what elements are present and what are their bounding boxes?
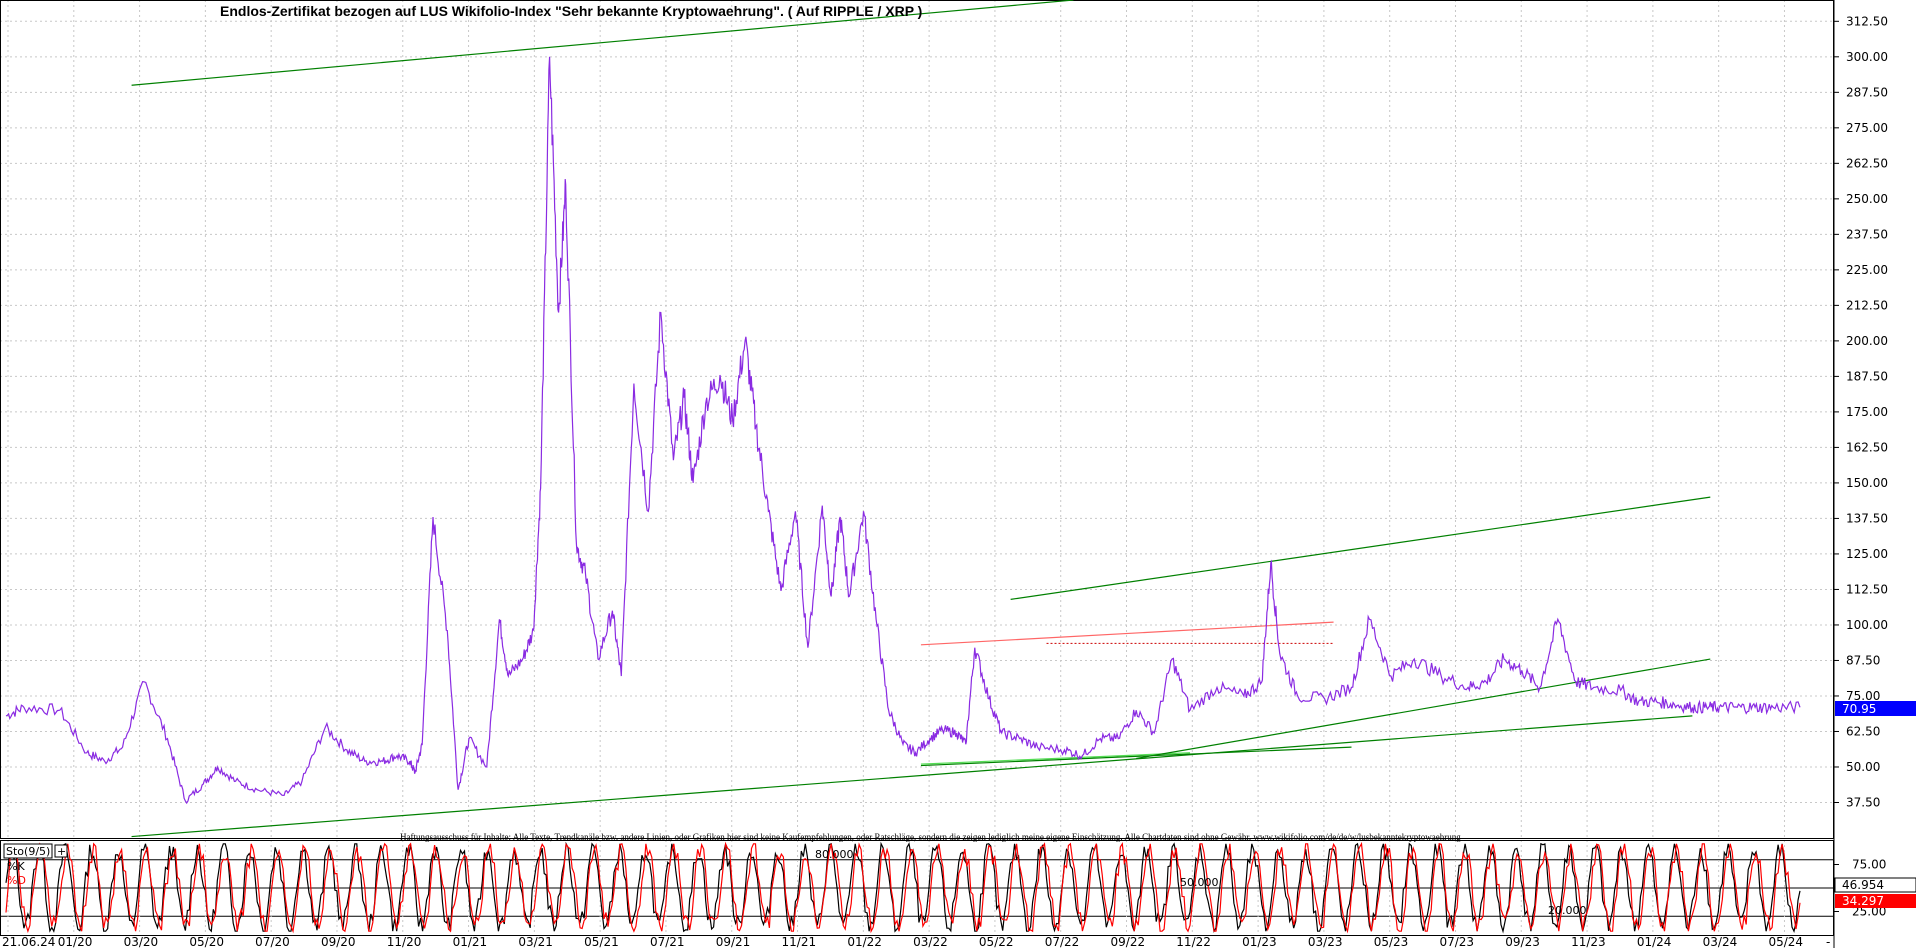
chart-canvas: 37.50 50.00 62.50 75.00 87.50 100.00 112.50 125… [0, 0, 1916, 948]
x-tick-label: 09/23 [1505, 935, 1540, 948]
price-tick-label: 275.00 [1846, 121, 1888, 135]
price-tick-label: 112.50 [1846, 582, 1888, 596]
k-legend: %K [7, 860, 25, 873]
x-tick-label: 03/22 [913, 935, 948, 948]
last-price-label: 70.95 [1842, 702, 1876, 716]
price-tick-label: 50.00 [1846, 760, 1880, 774]
price-tick-label: 150.00 [1846, 476, 1888, 490]
price-tick-label: 200.00 [1846, 334, 1888, 348]
price-tick-label: 75.00 [1846, 689, 1880, 703]
price-tick-label: 87.50 [1846, 653, 1880, 667]
chart-root: 37.50 50.00 62.50 75.00 87.50 100.00 112.50 125… [0, 0, 1916, 948]
x-tick-label: 03/20 [124, 935, 159, 948]
x-tick-label: 11/21 [782, 935, 817, 948]
price-tick-label: 187.50 [1846, 369, 1888, 383]
price-tick-label: 250.00 [1846, 192, 1888, 206]
x-tick-label: 01/22 [847, 935, 882, 948]
x-tick-label: 07/21 [650, 935, 685, 948]
x-tick-label: 03/23 [1308, 935, 1343, 948]
x-tick-label: 09/22 [1111, 935, 1146, 948]
x-tick-label: 21.06.24 [2, 935, 55, 948]
price-tick-label: 225.00 [1846, 263, 1888, 277]
price-tick-label: 137.50 [1846, 511, 1888, 525]
x-tick-label: 09/20 [321, 935, 356, 948]
x-tick-label: 05/24 [1768, 935, 1803, 948]
x-tick-label: 11/22 [1176, 935, 1211, 948]
x-tick-label: 11/23 [1571, 935, 1606, 948]
price-tick-label: 237.50 [1846, 227, 1888, 241]
stochastic-tick-label: 75.00 [1852, 858, 1886, 872]
x-tick-label: 01/24 [1637, 935, 1672, 948]
x-tick-label: 03/24 [1703, 935, 1738, 948]
price-tick-label: 162.50 [1846, 440, 1888, 454]
x-tick-label: 07/23 [1439, 935, 1474, 948]
d-legend: %D [7, 874, 26, 887]
price-tick-label: 100.00 [1846, 618, 1888, 632]
stochastic-level-label: 50.000 [1180, 876, 1219, 889]
x-tick-label: 09/21 [716, 935, 751, 948]
x-tick-label: 07/20 [255, 935, 290, 948]
x-tick-label: 05/21 [584, 935, 619, 948]
stochastic-indicator-label: Sto(9/5) [6, 845, 50, 858]
stochastic-level-label: 80.000 [815, 848, 854, 861]
axis-end-mark: - [1826, 935, 1830, 948]
price-tick-label: 125.00 [1846, 547, 1888, 561]
stochastic-level-label: 20.000 [1548, 904, 1587, 917]
x-tick-label: 01/20 [58, 935, 93, 948]
plus-icon: + [57, 845, 66, 858]
d-last-label: 34.297 [1842, 894, 1884, 908]
x-tick-label: 01/23 [1242, 935, 1277, 948]
x-tick-label: 05/23 [1374, 935, 1409, 948]
x-tick-label: 05/20 [189, 935, 224, 948]
price-tick-label: 300.00 [1846, 50, 1888, 64]
price-tick-label: 287.50 [1846, 85, 1888, 99]
x-tick-label: 07/22 [1045, 935, 1080, 948]
chart-title: Endlos-Zertifikat bezogen auf LUS Wikifo… [220, 3, 922, 19]
x-tick-label: 05/22 [979, 935, 1014, 948]
x-tick-label: 03/21 [518, 935, 553, 948]
price-tick-label: 62.50 [1846, 724, 1880, 738]
price-tick-label: 262.50 [1846, 156, 1888, 170]
k-last-label: 46.954 [1842, 878, 1884, 892]
price-tick-label: 175.00 [1846, 405, 1888, 419]
price-tick-label: 312.50 [1846, 14, 1888, 28]
x-tick-label: 11/20 [387, 935, 422, 948]
disclaimer-text: Haftungsausschuss für Inhalte: Alle Text… [400, 832, 1461, 842]
price-tick-label: 212.50 [1846, 298, 1888, 312]
x-tick-label: 01/21 [453, 935, 488, 948]
price-tick-label: 37.50 [1846, 795, 1880, 809]
